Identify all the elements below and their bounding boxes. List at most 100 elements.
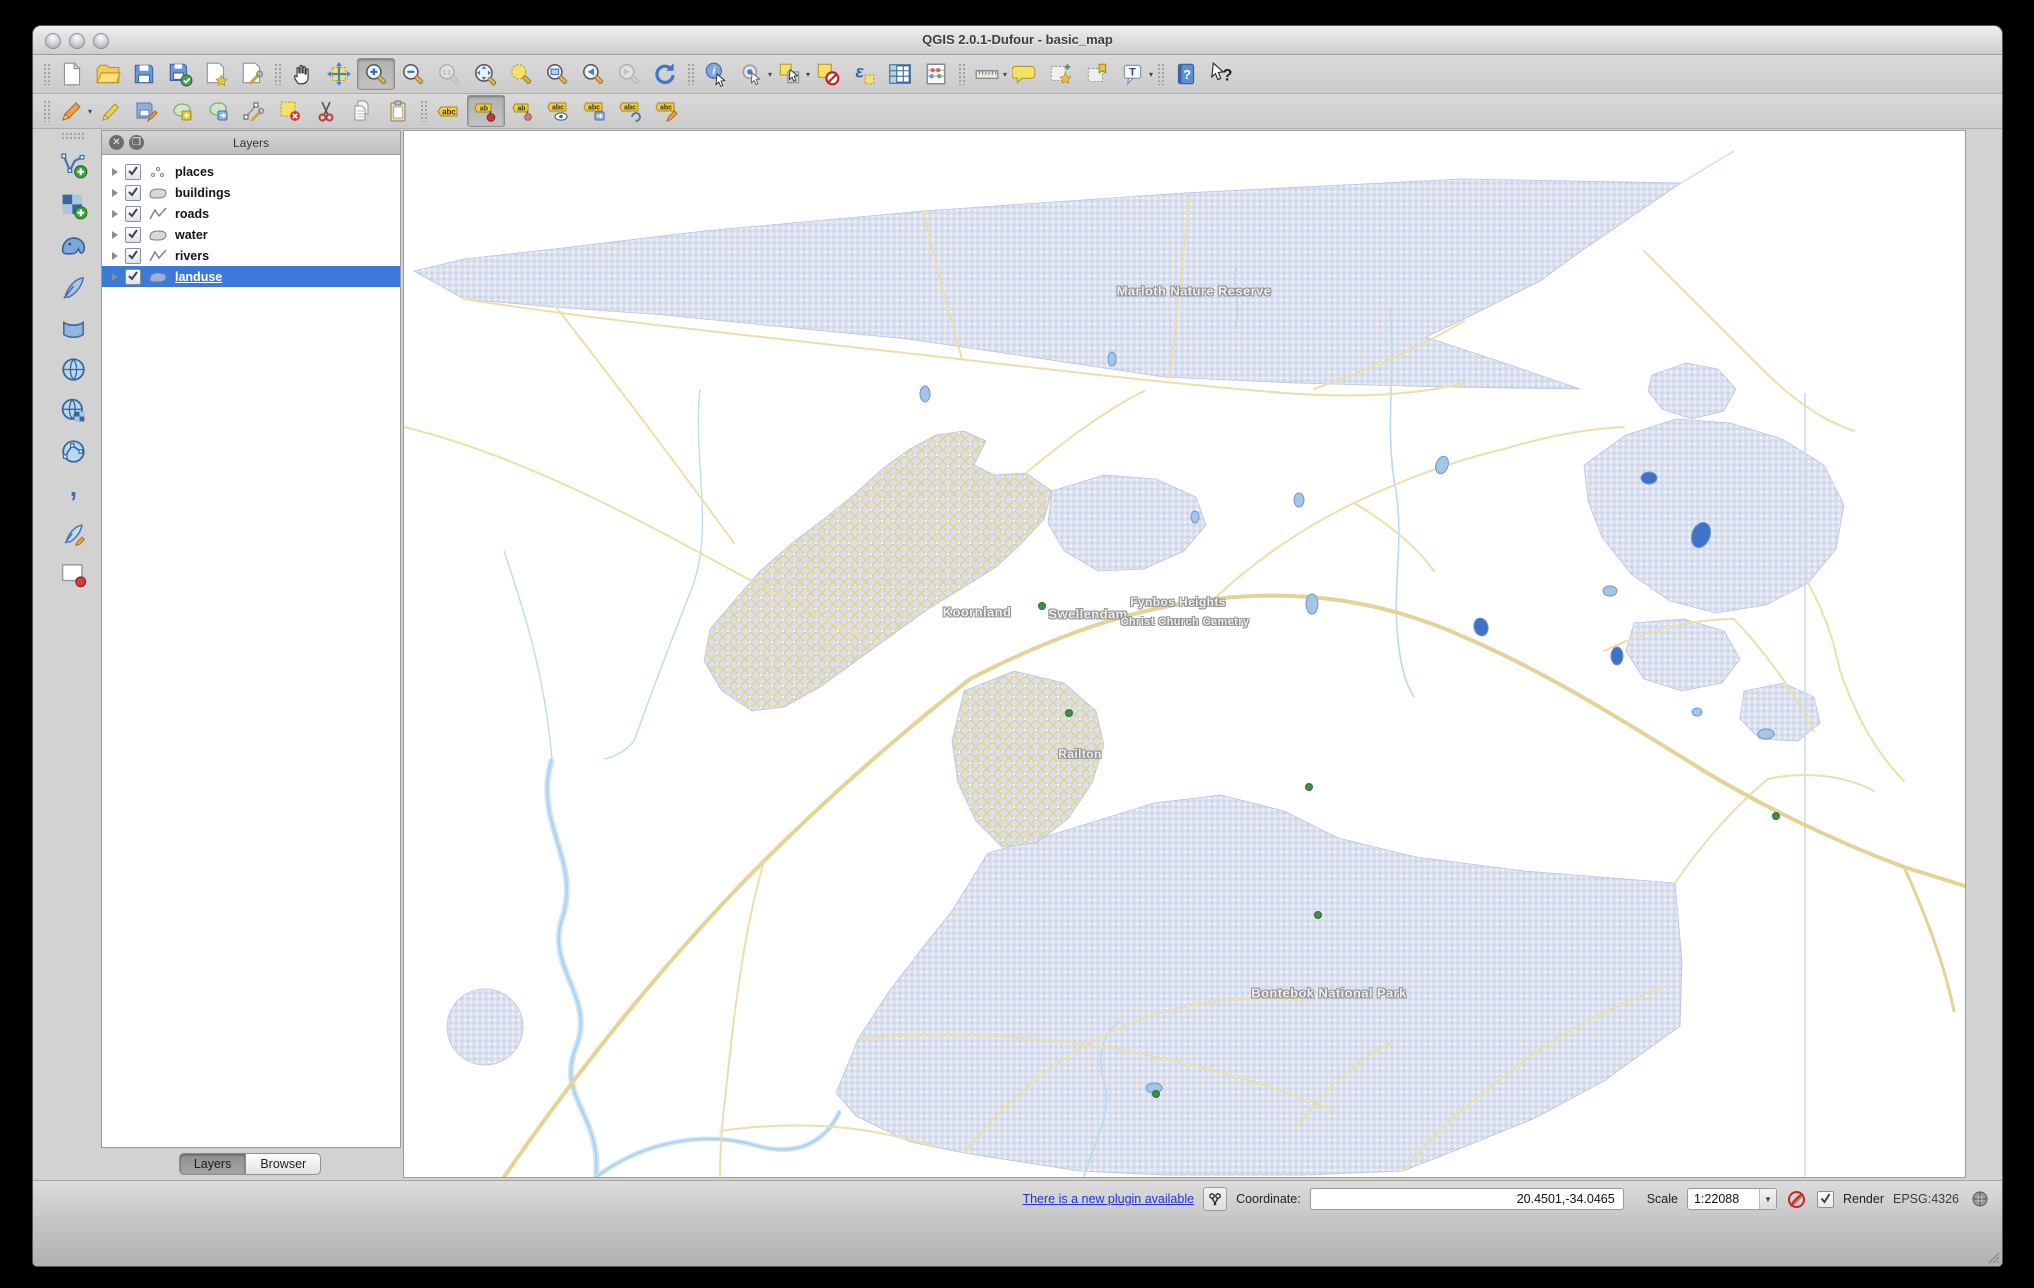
layer-checkbox[interactable] <box>125 268 141 285</box>
add-delimited-text-layer-button[interactable]: , <box>55 476 91 508</box>
whats-this-button[interactable]: ? <box>1204 59 1240 89</box>
zoom-in-button[interactable] <box>357 58 395 90</box>
cut-features-button[interactable] <box>308 96 344 126</box>
layers-panel-header[interactable]: ✕ ❐ Layers <box>102 131 400 155</box>
crs-status-button[interactable] <box>1968 1188 1992 1210</box>
toolbar-drag-handle[interactable] <box>687 63 694 85</box>
layer-checkbox[interactable] <box>125 247 141 264</box>
toolbar-drag-handle[interactable] <box>274 63 281 85</box>
new-bookmark-button[interactable] <box>1043 59 1079 89</box>
panel-float-icon[interactable]: ❐ <box>129 135 144 150</box>
expand-triangle-icon[interactable] <box>112 230 118 239</box>
render-checkbox[interactable] <box>1816 1190 1834 1208</box>
add-vector-layer-button[interactable] <box>55 148 91 180</box>
paste-features-button[interactable] <box>380 96 416 126</box>
delete-selected-button[interactable] <box>272 96 308 126</box>
plugin-manager-button[interactable] <box>1203 1187 1228 1211</box>
open-project-button[interactable] <box>90 59 126 89</box>
toolbar-drag-handle[interactable] <box>43 100 50 122</box>
new-project-button[interactable] <box>54 59 90 89</box>
add-raster-layer-button[interactable] <box>55 189 91 221</box>
node-tool-button[interactable] <box>236 96 272 126</box>
save-project-button[interactable] <box>126 59 162 89</box>
save-layer-edits-button[interactable] <box>128 96 164 126</box>
new-shapefile-layer-button[interactable] <box>55 517 91 549</box>
pan-to-selection-button[interactable] <box>321 59 357 89</box>
text-annotation-button[interactable]: T <box>1115 59 1151 89</box>
expand-triangle-icon[interactable] <box>112 188 118 197</box>
change-label-button[interactable]: abc <box>649 96 685 126</box>
refresh-map-button[interactable] <box>647 59 683 89</box>
toolbar-drag-handle[interactable] <box>958 63 966 85</box>
layer-row-landuse[interactable]: landuse <box>102 266 400 287</box>
zoom-to-layer-button[interactable] <box>539 59 575 89</box>
new-print-composer-button[interactable] <box>198 59 234 89</box>
add-mssql-layer-button[interactable] <box>55 312 91 344</box>
open-attribute-table-button[interactable] <box>882 59 918 89</box>
layer-row-buildings[interactable]: buildings <box>102 182 400 203</box>
deselect-features-button[interactable] <box>810 59 846 89</box>
plugin-available-link[interactable]: There is a new plugin available <box>1022 1192 1194 1206</box>
tab-layers[interactable]: Layers <box>178 1153 247 1175</box>
run-feature-action-button[interactable] <box>734 59 770 89</box>
map-canvas[interactable]: Marloth Nature Reserve Koornland Swellen… <box>403 130 1966 1178</box>
coordinate-input[interactable] <box>1309 1188 1624 1210</box>
layer-row-water[interactable]: water <box>102 224 400 245</box>
panel-close-icon[interactable]: ✕ <box>109 135 124 150</box>
add-wcs-layer-button[interactable] <box>55 394 91 426</box>
current-edits-button[interactable] <box>54 96 90 126</box>
layer-row-places[interactable]: places <box>102 161 400 182</box>
stop-render-button[interactable] <box>1786 1188 1808 1210</box>
remove-layer-button[interactable] <box>55 558 91 590</box>
toolbar-drag-handle[interactable] <box>1157 63 1165 85</box>
add-feature-button[interactable] <box>164 96 200 126</box>
copy-features-button[interactable] <box>344 96 380 126</box>
scale-combo[interactable]: 1:22088 ▼ <box>1686 1188 1777 1210</box>
field-calculator-button[interactable] <box>918 59 954 89</box>
toggle-editing-button[interactable] <box>92 96 128 126</box>
expand-triangle-icon[interactable] <box>112 167 118 176</box>
add-spatialite-layer-button[interactable] <box>55 271 91 303</box>
zoom-to-selection-button[interactable] <box>503 59 539 89</box>
resize-grip[interactable] <box>1984 1248 2000 1264</box>
layer-checkbox[interactable] <box>125 163 141 180</box>
expand-triangle-icon[interactable] <box>112 209 118 218</box>
select-features-button[interactable] <box>772 59 808 89</box>
show-bookmarks-button[interactable] <box>1079 59 1115 89</box>
zoom-out-button[interactable] <box>395 59 431 89</box>
add-wms-layer-button[interactable] <box>55 353 91 385</box>
layer-labeling-options-button[interactable]: abc <box>431 96 467 126</box>
layer-checkbox[interactable] <box>125 184 141 201</box>
layer-row-roads[interactable]: roads <box>102 203 400 224</box>
map-tips-button[interactable] <box>1007 59 1043 89</box>
toolbar-drag-handle[interactable] <box>61 132 85 139</box>
composer-manager-button[interactable] <box>234 59 270 89</box>
pin-unpin-labels-button[interactable]: ab <box>467 95 506 127</box>
move-label-button[interactable]: abc <box>577 96 613 126</box>
zoom-native-button[interactable]: 1:1 <box>431 59 467 89</box>
save-project-as-button[interactable] <box>162 59 198 89</box>
rotate-label-button[interactable]: abc <box>613 96 649 126</box>
tab-browser[interactable]: Browser <box>246 1153 322 1175</box>
toolbar-drag-handle[interactable] <box>420 100 428 122</box>
show-hide-labels-button[interactable]: abc <box>541 96 577 126</box>
select-by-expression-button[interactable]: ε <box>846 59 882 89</box>
add-wfs-layer-button[interactable] <box>55 435 91 467</box>
zoom-full-button[interactable] <box>467 59 503 89</box>
help-contents-button[interactable]: ? <box>1168 59 1204 89</box>
highlight-pinned-labels-button[interactable]: ab <box>505 96 541 126</box>
expand-triangle-icon[interactable] <box>112 272 118 281</box>
pan-map-button[interactable] <box>285 59 321 89</box>
add-postgis-layer-button[interactable] <box>55 230 91 262</box>
measure-line-button[interactable] <box>969 59 1005 89</box>
identify-features-button[interactable]: i <box>698 59 734 89</box>
toolbar-drag-handle[interactable] <box>43 63 50 85</box>
layer-checkbox[interactable] <box>125 226 141 243</box>
layer-row-rivers[interactable]: rivers <box>102 245 400 266</box>
expand-triangle-icon[interactable] <box>112 251 118 260</box>
zoom-next-button[interactable] <box>611 59 647 89</box>
scale-dropdown-icon[interactable]: ▼ <box>1758 1189 1776 1209</box>
move-feature-button[interactable] <box>200 96 236 126</box>
layer-checkbox[interactable] <box>125 205 141 222</box>
zoom-last-button[interactable] <box>575 59 611 89</box>
